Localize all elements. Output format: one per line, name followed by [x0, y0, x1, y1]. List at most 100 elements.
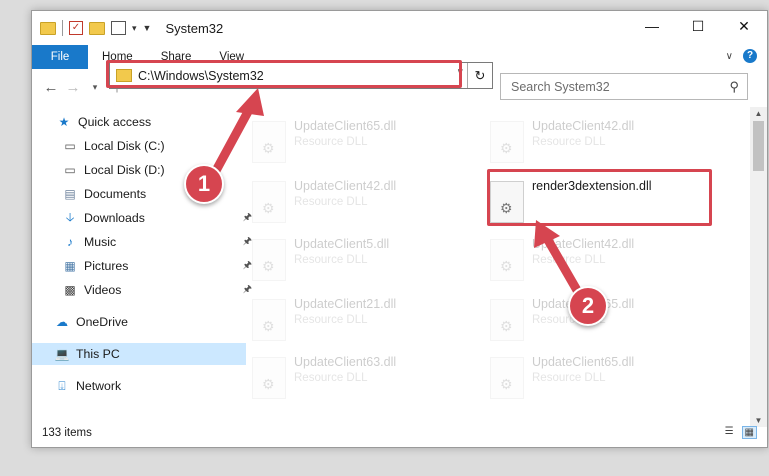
recent-locations-chevron-icon[interactable]: ▾ [84, 82, 106, 93]
videos-icon: ▩ [64, 283, 76, 297]
file-type: Resource DLL [532, 254, 606, 266]
file-list: UpdateClient65.dll Resource DLL UpdateCli… [246, 107, 740, 417]
scrollbar-thumb[interactable] [753, 121, 764, 171]
search-input[interactable]: Search System32 ⚲ [500, 73, 748, 100]
file-type: Resource DLL [294, 196, 368, 208]
drive-icon: ▭ [64, 139, 76, 153]
navigation-pane: ★ Quick access ▭ Local Disk (C:) ▭ Local… [32, 107, 252, 403]
search-icon[interactable]: ⚲ [729, 79, 739, 95]
list-item[interactable]: UpdateClient65.dll Resource DLL [248, 119, 458, 169]
title-bar: ✓ ▾ ▼ System32 — ☐ ✕ [32, 11, 767, 45]
dll-file-icon [252, 239, 286, 281]
file-type: Resource DLL [294, 372, 368, 384]
file-name: UpdateClient21.dll [294, 297, 397, 311]
sidebar-item-music[interactable]: ♪ Music 🖈 [32, 231, 254, 253]
step-2-callout: 2 [568, 286, 608, 326]
sidebar-item-label: Music [84, 235, 117, 249]
vertical-scrollbar[interactable]: ▲ ▼ [750, 107, 767, 427]
file-name: UpdateClient65.dll [532, 355, 635, 369]
sidebar-item-label: Downloads [84, 211, 145, 225]
sidebar-item-onedrive[interactable]: ☁ OneDrive [32, 311, 246, 333]
forward-arrow-icon[interactable]: → [62, 79, 84, 96]
details-view-icon[interactable]: ☰ [725, 426, 734, 439]
dll-file-icon [252, 181, 286, 223]
sidebar-item-local-disk-c[interactable]: ▭ Local Disk (C:) [32, 135, 254, 157]
sidebar-item-label: This PC [76, 347, 120, 361]
address-highlight-box [106, 60, 462, 88]
sidebar-item-label: Pictures [84, 259, 129, 273]
computer-icon: 💻 [54, 347, 70, 361]
file-name: UpdateClient63.dll [294, 355, 397, 369]
maximize-button[interactable]: ☐ [675, 11, 721, 41]
sidebar-item-downloads[interactable]: 🡣 Downloads 🖈 [32, 207, 254, 229]
file-name: UpdateClient5.dll [294, 237, 390, 251]
scroll-up-arrow-icon[interactable]: ▲ [750, 109, 767, 118]
file-type: Resource DLL [294, 314, 368, 326]
file-name: UpdateClient65.dll [294, 119, 397, 133]
list-item[interactable]: UpdateClient65.dll Resource DLL [486, 355, 696, 405]
sidebar-item-label: Documents [84, 187, 147, 201]
network-icon: ⍗ [58, 378, 66, 393]
file-type: Resource DLL [532, 136, 606, 148]
back-arrow-icon[interactable]: ← [40, 79, 62, 96]
sidebar-item-this-pc[interactable]: 💻 This PC [32, 343, 246, 365]
quick-access-toolbar: ✓ ▾ ▼ [40, 20, 151, 36]
sidebar-item-label: Local Disk (C:) [84, 139, 165, 153]
file-name: UpdateClient42.dll [294, 179, 397, 193]
properties-icon[interactable] [111, 21, 126, 35]
tab-file[interactable]: File [32, 45, 88, 69]
large-icons-view-icon[interactable]: ▦ [741, 426, 757, 439]
help-icon[interactable]: ? [743, 49, 757, 63]
folder-icon [40, 21, 56, 35]
sidebar-item-label: Videos [84, 283, 122, 297]
new-folder-icon[interactable] [89, 21, 105, 35]
ribbon-controls: ∨ ? [726, 49, 757, 63]
sidebar-item-pictures[interactable]: ▦ Pictures 🖈 [32, 255, 254, 277]
pictures-icon: ▦ [64, 259, 76, 273]
sidebar-item-label: Local Disk (D:) [84, 163, 165, 177]
toolbar-dropdown-icon[interactable]: ▼ [143, 23, 152, 33]
music-icon: ♪ [67, 235, 73, 249]
list-item[interactable]: UpdateClient42.dll Resource DLL [486, 237, 696, 287]
dll-file-icon [252, 357, 286, 399]
scroll-down-arrow-icon[interactable]: ▼ [750, 416, 767, 425]
file-name: UpdateClient42.dll [532, 119, 635, 133]
step-1-callout: 1 [184, 164, 224, 204]
list-item[interactable]: UpdateClient5.dll Resource DLL [248, 237, 458, 287]
documents-icon: ▤ [64, 187, 76, 201]
drive-icon: ▭ [64, 163, 76, 177]
file-name: UpdateClient42.dll [532, 237, 635, 251]
customize-toolbar-chevron-icon[interactable]: ▾ [132, 23, 137, 34]
star-icon: ★ [58, 115, 70, 129]
view-switcher: ☰ ▦ [725, 426, 757, 439]
window-title: System32 [165, 20, 224, 36]
properties-check-icon[interactable]: ✓ [69, 21, 83, 35]
expand-ribbon-chevron-icon[interactable]: ∨ [726, 51, 733, 62]
sidebar-item-videos[interactable]: ▩ Videos 🖈 [32, 279, 254, 301]
cloud-icon: ☁ [56, 315, 68, 329]
dll-file-icon [490, 357, 524, 399]
dll-file-icon [490, 299, 524, 341]
dll-file-icon [490, 121, 524, 163]
download-icon: 🡣 [65, 209, 75, 224]
dll-file-icon [252, 121, 286, 163]
refresh-icon[interactable]: ↻ [467, 63, 492, 88]
search-placeholder: Search System32 [511, 79, 610, 94]
status-item-count: 133 items [42, 427, 92, 439]
dll-file-icon [490, 239, 524, 281]
file-type: Resource DLL [294, 254, 368, 266]
file-type: Resource DLL [294, 136, 368, 148]
list-item[interactable]: UpdateClient63.dll Resource DLL [248, 355, 458, 405]
file-type: Resource DLL [532, 372, 606, 384]
sidebar-item-network[interactable]: ⍗ Network [32, 375, 246, 397]
minimize-button[interactable]: — [629, 11, 675, 41]
list-item[interactable]: UpdateClient42.dll Resource DLL [486, 119, 696, 169]
list-item[interactable]: UpdateClient42.dll Resource DLL [248, 179, 458, 229]
sidebar-item-label: Network [76, 379, 122, 393]
sidebar-item-label: Quick access [78, 115, 152, 129]
list-item[interactable]: UpdateClient21.dll Resource DLL [248, 297, 458, 347]
close-button[interactable]: ✕ [721, 11, 767, 41]
toolbar-separator [62, 20, 63, 36]
sidebar-item-label: OneDrive [76, 315, 128, 329]
sidebar-item-quick-access[interactable]: ★ Quick access [32, 111, 248, 133]
